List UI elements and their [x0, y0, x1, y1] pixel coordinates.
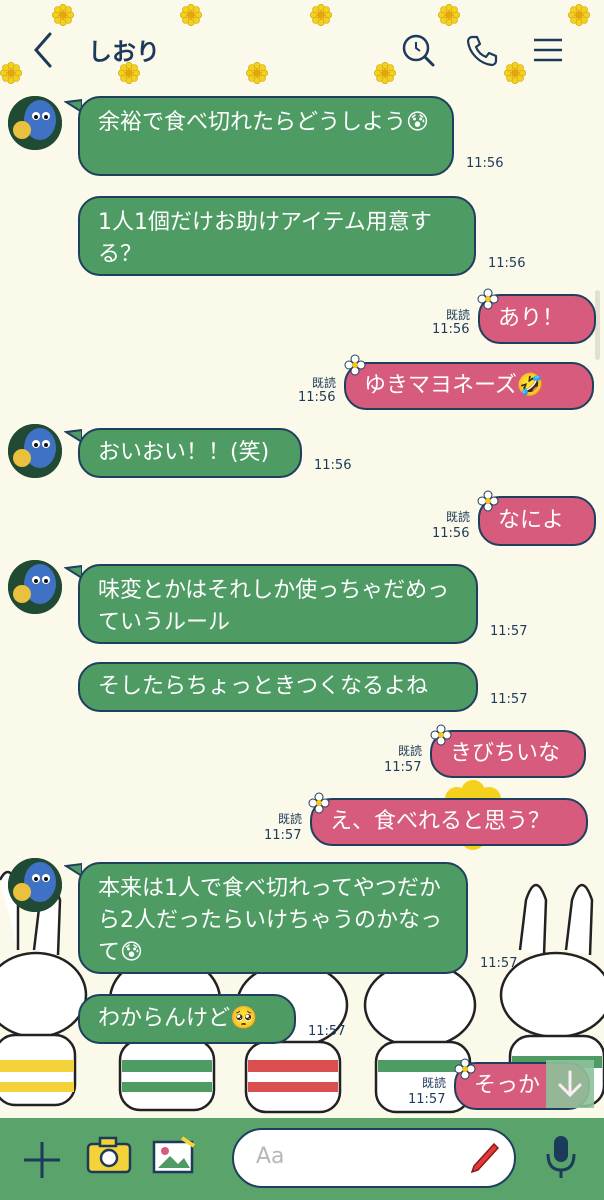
- microphone-icon[interactable]: [544, 1134, 578, 1180]
- daisy-icon: [477, 490, 499, 512]
- message-bubble[interactable]: 余裕で食べ切れたらどうしよう😰: [78, 96, 454, 176]
- message-bubble[interactable]: ゆきマヨネーズ🤣: [344, 362, 594, 410]
- message-bubble[interactable]: え、食べれると思う？: [310, 798, 588, 846]
- message-time: 11:57: [480, 956, 518, 971]
- avatar[interactable]: [8, 858, 62, 912]
- avatar[interactable]: [8, 424, 62, 478]
- daisy-icon: [477, 288, 499, 310]
- image-icon[interactable]: [152, 1136, 196, 1176]
- message-bubble[interactable]: 本来は1人で食べ切れってやつだから2人だったらいけちゃうのかなって😰: [78, 862, 468, 974]
- message-time: 11:56: [298, 390, 336, 405]
- read-receipt: 既読: [277, 812, 302, 826]
- message-time: 11:57: [308, 1024, 346, 1039]
- search-icon[interactable]: [400, 32, 436, 68]
- message-input[interactable]: Aa: [232, 1128, 516, 1188]
- chat-title: しおり: [88, 38, 160, 66]
- daisy-icon: [344, 354, 366, 376]
- chevron-left-icon[interactable]: [28, 30, 58, 70]
- avatar[interactable]: [8, 560, 62, 614]
- message-time: 11:57: [264, 828, 302, 843]
- menu-icon[interactable]: [530, 32, 566, 68]
- daisy-icon: [308, 792, 330, 814]
- message-bubble[interactable]: おいおい！！(笑): [78, 428, 302, 478]
- read-receipt: 既読: [445, 510, 470, 524]
- pen-icon[interactable]: [468, 1140, 502, 1176]
- plus-icon[interactable]: [22, 1140, 62, 1180]
- message-time: 11:57: [408, 1092, 446, 1107]
- message-time: 11:57: [490, 692, 528, 707]
- read-receipt: 既読: [421, 1076, 446, 1090]
- scroll-to-bottom-button[interactable]: [546, 1060, 594, 1108]
- read-receipt: 既読: [311, 376, 336, 390]
- message-time: 11:56: [466, 156, 504, 171]
- message-bubble[interactable]: 1人1個だけお助けアイテム用意する？: [78, 196, 476, 276]
- message-time: 11:57: [490, 624, 528, 639]
- message-time: 11:57: [384, 760, 422, 775]
- message-bubble[interactable]: わからんけど🥺: [78, 994, 296, 1044]
- chat-header: しおり: [0, 0, 604, 100]
- avatar[interactable]: [8, 96, 62, 150]
- read-receipt: 既読: [445, 308, 470, 322]
- read-receipt: 既読: [397, 744, 422, 758]
- arrow-down-icon: [558, 1070, 582, 1098]
- message-bubble[interactable]: 味変とかはそれしか使っちゃだめっていうルール: [78, 564, 478, 644]
- message-bubble[interactable]: きびちいな: [430, 730, 586, 778]
- message-time: 11:56: [432, 322, 470, 337]
- input-placeholder: Aa: [256, 1144, 285, 1169]
- camera-icon[interactable]: [86, 1136, 132, 1174]
- message-bubble[interactable]: そしたらちょっときつくなるよね: [78, 662, 478, 712]
- daisy-icon: [430, 724, 452, 746]
- message-time: 11:56: [488, 256, 526, 271]
- phone-icon[interactable]: [464, 32, 500, 68]
- daisy-icon: [454, 1058, 476, 1080]
- message-time: 11:56: [432, 526, 470, 541]
- message-time: 11:56: [314, 458, 352, 473]
